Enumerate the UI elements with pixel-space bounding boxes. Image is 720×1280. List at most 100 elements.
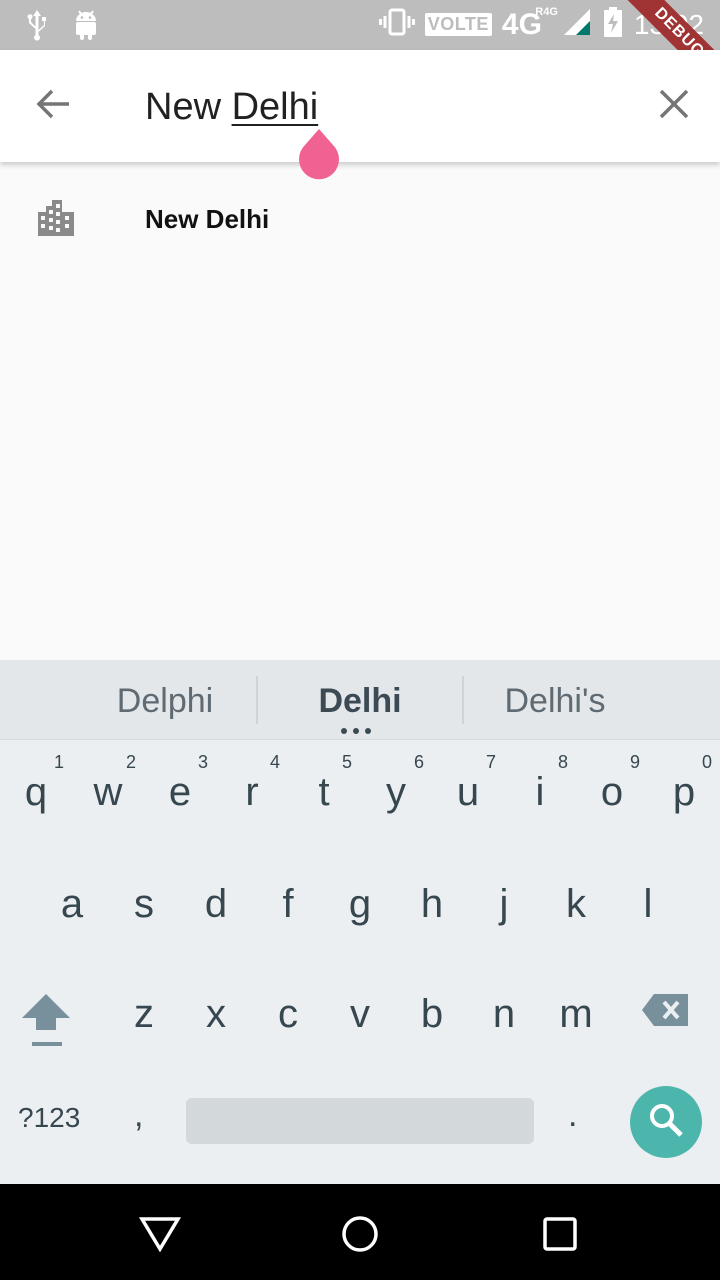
- key-y[interactable]: y6: [360, 740, 432, 840]
- key-number-hint: 7: [485, 752, 496, 772]
- key-d[interactable]: d: [180, 852, 252, 952]
- key-j[interactable]: j: [468, 852, 540, 952]
- key-r[interactable]: r4: [216, 740, 288, 840]
- screen: VOLTE 4GR4G 13:02 DEBUG New Delhi: [0, 0, 720, 1280]
- key-number-hint: 6: [413, 752, 424, 772]
- nav-home-button[interactable]: [336, 1212, 384, 1260]
- volte-badge: VOLTE: [424, 13, 492, 36]
- key-char: v: [350, 992, 370, 1036]
- comma-key[interactable]: ,: [134, 1096, 143, 1135]
- close-icon: [659, 89, 689, 124]
- nav-recents-button[interactable]: [536, 1212, 584, 1260]
- key-number-hint: 3: [197, 752, 208, 772]
- key-char: c: [278, 992, 298, 1036]
- key-v[interactable]: v: [324, 962, 396, 1062]
- key-char: n: [492, 992, 516, 1036]
- city-icon: [36, 198, 76, 243]
- shift-icon: [18, 994, 74, 1056]
- key-char: q: [24, 770, 48, 814]
- key-char: a: [60, 882, 84, 926]
- network-sub-label: R4G: [535, 5, 558, 18]
- usb-icon: [24, 8, 50, 47]
- back-button[interactable]: [28, 80, 80, 132]
- suggestion-3[interactable]: Delhi's: [450, 682, 660, 721]
- key-h[interactable]: h: [396, 852, 468, 952]
- search-input[interactable]: New Delhi: [145, 86, 318, 129]
- key-z[interactable]: z: [108, 962, 180, 1062]
- key-t[interactable]: t5: [288, 740, 360, 840]
- search-icon: [648, 1102, 684, 1143]
- period-key[interactable]: .: [568, 1096, 577, 1135]
- shift-key[interactable]: [18, 988, 82, 1058]
- key-char: m: [559, 992, 593, 1036]
- search-key[interactable]: [630, 1086, 702, 1158]
- suggestion-2[interactable]: Delhi: [255, 682, 465, 721]
- square-recents-icon: [542, 1216, 578, 1257]
- more-suggestions-indicator: [341, 728, 371, 734]
- key-number-hint: 9: [629, 752, 640, 772]
- key-char: s: [134, 882, 154, 926]
- key-char: r: [245, 770, 259, 814]
- battery-charging-icon: [602, 6, 624, 43]
- key-f[interactable]: f: [252, 852, 324, 952]
- network-type: 4G R4G: [502, 6, 558, 42]
- arrow-back-icon: [36, 88, 72, 125]
- key-l[interactable]: l: [612, 852, 684, 952]
- space-key[interactable]: [186, 1098, 534, 1144]
- key-b[interactable]: b: [396, 962, 468, 1062]
- key-x[interactable]: x: [180, 962, 252, 1062]
- key-char: i: [535, 770, 545, 814]
- key-number-hint: 5: [341, 752, 352, 772]
- search-app-bar: New Delhi: [0, 50, 720, 162]
- circle-home-icon: [340, 1214, 380, 1259]
- key-char: w: [93, 770, 123, 814]
- suggestion-1[interactable]: Delphi: [60, 682, 270, 721]
- key-char: l: [643, 882, 653, 926]
- nav-back-button[interactable]: [136, 1212, 184, 1260]
- key-char: p: [672, 770, 696, 814]
- clear-button[interactable]: [648, 80, 700, 132]
- key-w[interactable]: w2: [72, 740, 144, 840]
- backspace-key[interactable]: [640, 990, 700, 1040]
- key-char: k: [566, 882, 586, 926]
- key-char: b: [420, 992, 444, 1036]
- key-s[interactable]: s: [108, 852, 180, 952]
- android-icon: [72, 9, 100, 46]
- suggestion-strip: Delphi Delhi Delhi's: [0, 660, 720, 740]
- status-bar: VOLTE 4GR4G 13:02 DEBUG: [0, 0, 720, 103]
- search-query-text: New: [145, 86, 232, 128]
- key-u[interactable]: u7: [432, 740, 504, 840]
- key-g[interactable]: g: [324, 852, 396, 952]
- search-result-item[interactable]: New Delhi: [0, 180, 720, 258]
- key-char: d: [204, 882, 228, 926]
- key-q[interactable]: q1: [0, 740, 72, 840]
- symbols-key[interactable]: ?123: [18, 1102, 80, 1134]
- result-label: New Delhi: [145, 204, 270, 234]
- key-k[interactable]: k: [540, 852, 612, 952]
- key-number-hint: 4: [269, 752, 280, 772]
- key-i[interactable]: i8: [504, 740, 576, 840]
- text-cursor-handle[interactable]: [297, 129, 341, 181]
- key-m[interactable]: m: [540, 962, 612, 1062]
- system-nav-bar: [0, 1184, 720, 1280]
- key-char: t: [318, 770, 330, 814]
- key-number-hint: 1: [53, 752, 64, 772]
- key-o[interactable]: o9: [576, 740, 648, 840]
- key-char: z: [134, 992, 154, 1036]
- key-char: j: [499, 882, 509, 926]
- key-c[interactable]: c: [252, 962, 324, 1062]
- vibrate-icon: [378, 8, 415, 41]
- key-number-hint: 2: [125, 752, 136, 772]
- key-char: h: [420, 882, 444, 926]
- key-char: y: [386, 770, 406, 814]
- triangle-back-icon: [138, 1216, 182, 1257]
- key-char: u: [456, 770, 480, 814]
- backspace-icon: [640, 994, 692, 1034]
- search-query-composing: Delhi: [231, 86, 319, 128]
- key-char: e: [168, 770, 192, 814]
- key-p[interactable]: p0: [648, 740, 720, 840]
- key-e[interactable]: e3: [144, 740, 216, 840]
- key-n[interactable]: n: [468, 962, 540, 1062]
- key-a[interactable]: a: [36, 852, 108, 952]
- key-char: g: [348, 882, 372, 926]
